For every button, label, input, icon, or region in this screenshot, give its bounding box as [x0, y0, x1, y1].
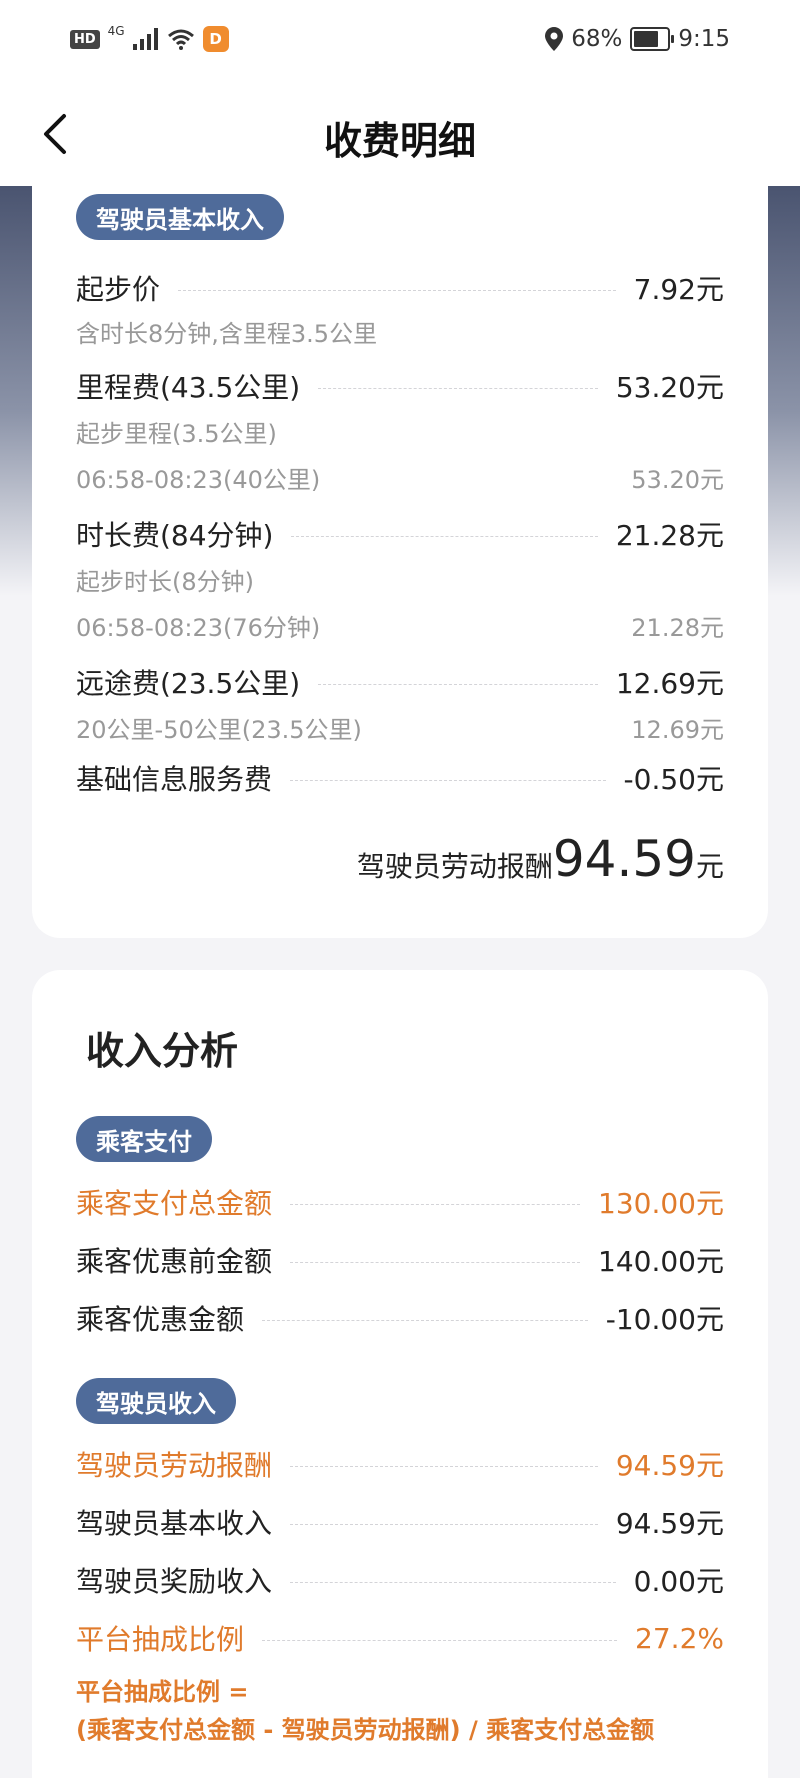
dotted-leader [290, 1261, 581, 1263]
driver-pay-total-unit: 元 [695, 850, 724, 883]
commission-label: 平台抽成比例 [76, 1623, 245, 1656]
passenger-payment-badge: 乘客支付 [76, 1116, 212, 1162]
commission-row: 平台抽成比例 27.2% [76, 1618, 724, 1658]
income-analysis-title: 收入分析 [86, 1029, 239, 1073]
dotted-leader [290, 1581, 616, 1583]
mileage-fee-row: 里程费(43.5公里) 53.20元 [76, 366, 724, 406]
commission-value: 27.2% [635, 1621, 724, 1655]
network-type: 4G [107, 24, 125, 38]
status-bar: HD 4G D 68% 9:15 [0, 0, 800, 80]
basic-income-badge: 驾驶员基本收入 [76, 194, 284, 240]
discount-label: 乘客优惠金额 [76, 1303, 245, 1336]
mileage-sub-row-2: 06:58-08:23(40公里) 53.20元 [76, 460, 724, 495]
driver-pay-total-label: 驾驶员劳动报酬 [356, 850, 553, 883]
status-right: 68% 9:15 [545, 26, 730, 52]
dotted-leader [262, 1319, 588, 1321]
nav-bar: 收费明细 [0, 80, 800, 186]
start-fee-note-text: 含时长8分钟,含里程3.5公里 [76, 320, 378, 348]
dotted-leader [290, 1203, 581, 1205]
dotted-leader [318, 387, 598, 389]
signal-icon [132, 28, 158, 50]
driver-basic-row: 驾驶员基本收入 94.59元 [76, 1502, 724, 1542]
background-band-left [0, 186, 32, 596]
time-fee-row: 时长费(84分钟) 21.28元 [76, 514, 724, 554]
driver-bonus-value: 0.00元 [633, 1565, 724, 1598]
long-distance-sub-label: 20公里-50公里(23.5公里) [76, 716, 362, 744]
battery-percent: 68% [571, 26, 623, 52]
driver-income-badge: 驾驶员收入 [76, 1378, 236, 1424]
pre-discount-label: 乘客优惠前金额 [76, 1245, 273, 1278]
info-service-fee-label: 基础信息服务费 [76, 763, 273, 796]
dotted-leader [318, 683, 598, 685]
income-analysis-card: 收入分析 乘客支付 乘客支付总金额 130.00元 乘客优惠前金额 140.00… [32, 970, 768, 1778]
start-fee-label: 起步价 [76, 273, 161, 306]
time-sub2-label: 06:58-08:23(76分钟) [76, 614, 321, 642]
dotted-leader [178, 289, 616, 291]
info-service-fee-row: 基础信息服务费 -0.50元 [76, 758, 724, 798]
long-distance-sub-value: 12.69元 [631, 716, 724, 744]
driver-pay-total: 驾驶员劳动报酬 94.59 元 [357, 830, 724, 888]
time-sub1-label: 起步时长(8分钟) [76, 568, 254, 596]
dotted-leader [262, 1639, 618, 1641]
discount-row: 乘客优惠金额 -10.00元 [76, 1298, 724, 1338]
commission-formula-line-1: 平台抽成比例 = [76, 1678, 249, 1706]
battery-icon [630, 27, 675, 51]
driver-pay-row: 驾驶员劳动报酬 94.59元 [76, 1444, 724, 1484]
long-distance-fee-value: 12.69元 [615, 667, 724, 700]
didi-app-icon: D [202, 26, 229, 52]
long-distance-fee-row: 远途费(23.5公里) 12.69元 [76, 662, 724, 702]
passenger-total-value: 130.00元 [598, 1187, 724, 1220]
dotted-leader [291, 535, 598, 537]
time-sub2-value: 21.28元 [631, 614, 724, 642]
dotted-leader [290, 1523, 598, 1525]
start-fee-row: 起步价 7.92元 [76, 268, 724, 308]
driver-basic-value: 94.59元 [615, 1507, 724, 1540]
start-fee-value: 7.92元 [633, 273, 724, 306]
time-fee-label: 时长费(84分钟) [76, 519, 274, 552]
passenger-total-row: 乘客支付总金额 130.00元 [76, 1182, 724, 1222]
dotted-leader [290, 1465, 598, 1467]
pre-discount-value: 140.00元 [598, 1245, 724, 1278]
status-left: HD 4G D [70, 24, 229, 52]
time-fee-value: 21.28元 [615, 519, 724, 552]
time-sub-row-1: 起步时长(8分钟) [76, 562, 724, 597]
driver-pay-label: 驾驶员劳动报酬 [76, 1449, 273, 1482]
mileage-sub1-label: 起步里程(3.5公里) [76, 420, 277, 448]
pre-discount-row: 乘客优惠前金额 140.00元 [76, 1240, 724, 1280]
start-fee-note: 含时长8分钟,含里程3.5公里 [76, 314, 724, 349]
mileage-sub2-label: 06:58-08:23(40公里) [76, 466, 321, 494]
wifi-icon [167, 29, 194, 50]
dotted-leader [290, 779, 606, 781]
long-distance-fee-label: 远途费(23.5公里) [76, 667, 301, 700]
time-sub-row-2: 06:58-08:23(76分钟) 21.28元 [76, 608, 724, 643]
mileage-fee-value: 53.20元 [615, 371, 724, 404]
driver-pay-total-amount: 94.59 [552, 830, 696, 888]
hd-badge: HD [70, 29, 100, 49]
page-title: 收费明细 [323, 119, 476, 163]
mileage-fee-label: 里程费(43.5公里) [76, 371, 301, 404]
info-service-fee-value: -0.50元 [623, 763, 724, 796]
mileage-sub-row-1: 起步里程(3.5公里) [76, 414, 724, 449]
driver-pay-value: 94.59元 [615, 1449, 724, 1482]
discount-value: -10.00元 [605, 1303, 724, 1336]
mileage-sub2-value: 53.20元 [631, 466, 724, 494]
driver-basic-label: 驾驶员基本收入 [76, 1507, 273, 1540]
background-band-right [768, 186, 800, 596]
commission-formula-line-2: (乘客支付总金额 - 驾驶员劳动报酬) / 乘客支付总金额 [76, 1716, 655, 1744]
basic-income-card: 驾驶员基本收入 起步价 7.92元 含时长8分钟,含里程3.5公里 里程费(43… [32, 160, 768, 938]
driver-bonus-row: 驾驶员奖励收入 0.00元 [76, 1560, 724, 1600]
driver-bonus-label: 驾驶员奖励收入 [76, 1565, 273, 1598]
passenger-total-label: 乘客支付总金额 [76, 1187, 273, 1220]
long-distance-sub-row: 20公里-50公里(23.5公里) 12.69元 [76, 710, 724, 745]
clock: 9:15 [678, 26, 730, 52]
location-icon [545, 27, 564, 51]
